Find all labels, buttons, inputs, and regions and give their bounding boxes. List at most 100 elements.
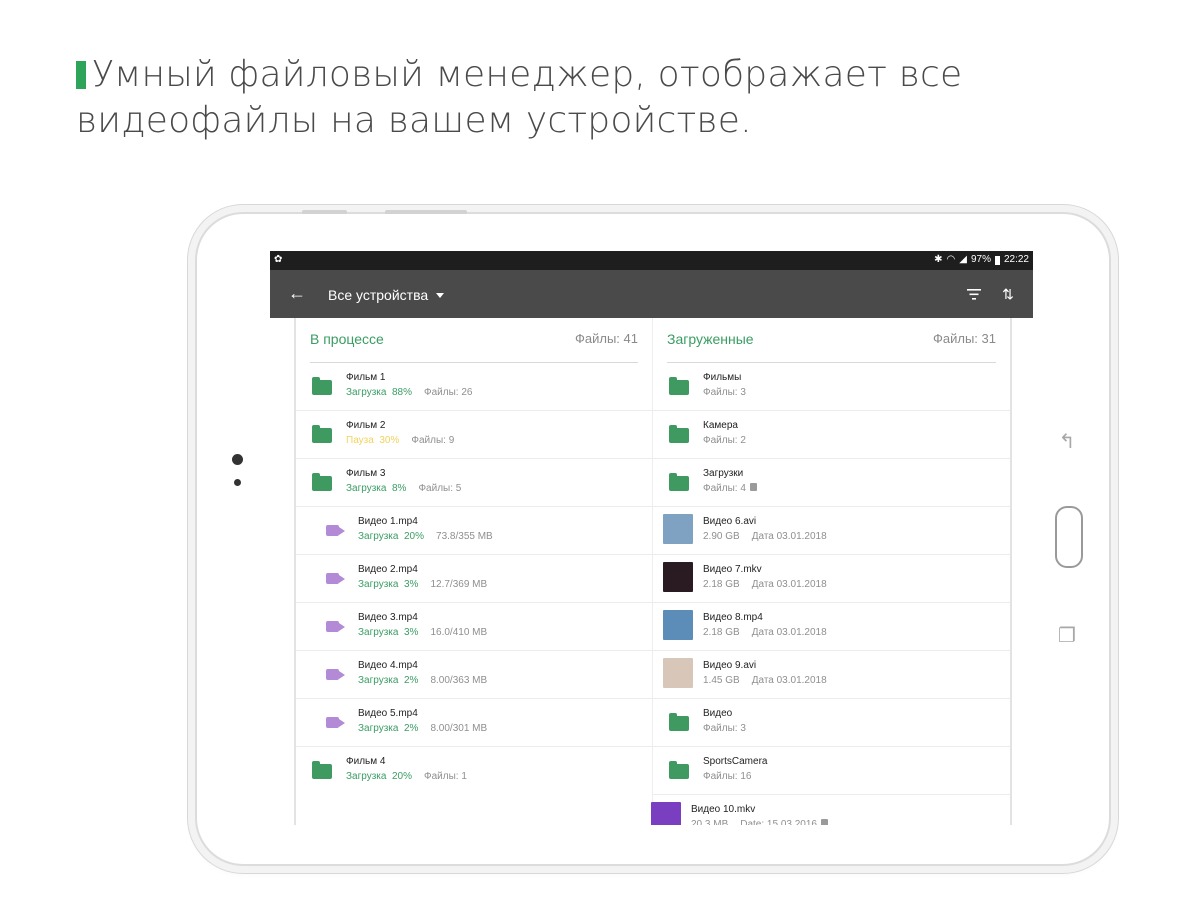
item-meta: 8.00/301 MB bbox=[430, 723, 488, 734]
item-name: Видео 4.mp4 bbox=[358, 660, 418, 671]
item-name: Видео 8.mp4 bbox=[703, 612, 763, 623]
item-name: Видео 6.avi bbox=[703, 516, 757, 527]
volume-button bbox=[302, 210, 347, 214]
headline-marker bbox=[76, 61, 86, 89]
item-status-line: Загрузка 3% 16.0/410 MB bbox=[358, 627, 487, 638]
item-meta-line: 20.3 MB Date: 15.03.2016 bbox=[691, 819, 828, 825]
in-progress-header: В процессе Файлы: 41 bbox=[296, 318, 652, 363]
item-meta-line: Файлы: 3 bbox=[703, 723, 746, 734]
list-item[interactable]: Камера Файлы: 2 bbox=[653, 411, 1010, 459]
downloaded-title: Загруженные bbox=[667, 331, 754, 347]
list-item[interactable]: Видео Файлы: 3 bbox=[653, 699, 1010, 747]
home-button[interactable] bbox=[1055, 506, 1083, 568]
list-item[interactable]: Видео 4.mp4 Загрузка 2% 8.00/363 MB bbox=[296, 651, 652, 699]
folder-icon bbox=[312, 761, 332, 779]
device-screen: ✿ ✱ ◠ ◢ 97% 22:22 ← Все устройства ⇅ В п… bbox=[270, 251, 1033, 825]
item-name: Видео bbox=[703, 708, 733, 719]
item-meta-line: 1.45 GB Дата 03.01.2018 bbox=[703, 675, 827, 686]
device-selector-label: Все устройства bbox=[328, 287, 429, 303]
item-name: Видео 2.mp4 bbox=[358, 564, 418, 575]
video-thumbnail-icon bbox=[663, 658, 693, 688]
item-sub: Файлы: 3 bbox=[703, 723, 746, 734]
sensor bbox=[234, 479, 241, 486]
list-item[interactable]: Видео 6.avi 2.90 GB Дата 03.01.2018 bbox=[653, 507, 1010, 555]
signal-icon: ◢ bbox=[959, 254, 967, 265]
list-item[interactable]: Фильм 4 Загрузка 20% Файлы: 1 bbox=[296, 747, 652, 794]
item-sub: 2.18 GB bbox=[703, 579, 740, 590]
download-status: Загрузка 8% bbox=[346, 483, 407, 494]
sd-card-icon bbox=[820, 819, 828, 825]
video-thumbnail-icon bbox=[663, 610, 693, 640]
item-name: Фильм 4 bbox=[346, 756, 386, 767]
item-meta: 8.00/363 MB bbox=[430, 675, 488, 686]
item-sub: Файлы: 3 bbox=[703, 387, 746, 398]
item-name: Видео 5.mp4 bbox=[358, 708, 418, 719]
content-panel: В процессе Файлы: 41 Фильм 1 Загрузка 88%… bbox=[294, 318, 1012, 825]
list-item[interactable]: Загрузки Файлы: 4 bbox=[653, 459, 1010, 507]
list-item[interactable]: SportsCamera Файлы: 16 bbox=[653, 747, 1010, 795]
item-sub: Файлы: 4 bbox=[703, 483, 746, 494]
downloaded-column: Загруженные Файлы: 31 Фильмы Файлы: 3 Каме… bbox=[651, 318, 1010, 825]
item-date: Дата 03.01.2018 bbox=[751, 675, 827, 686]
list-item[interactable]: Фильмы Файлы: 3 bbox=[653, 363, 1010, 411]
list-item[interactable]: Видео 7.mkv 2.18 GB Дата 03.01.2018 bbox=[653, 555, 1010, 603]
device-selector[interactable]: Все устройства bbox=[328, 286, 445, 304]
item-date: Дата 03.01.2018 bbox=[751, 531, 827, 542]
item-status-line: Загрузка 20% 73.8/355 MB bbox=[358, 531, 493, 542]
in-progress-column: В процессе Файлы: 41 Фильм 1 Загрузка 88%… bbox=[296, 318, 653, 825]
list-item[interactable]: Видео 9.avi 1.45 GB Дата 03.01.2018 bbox=[653, 651, 1010, 699]
headline: Умный файловый менеджер, отображает все … bbox=[76, 52, 1176, 144]
item-status-line: Загрузка 2% 8.00/363 MB bbox=[358, 675, 487, 686]
download-status: Загрузка 20% bbox=[346, 771, 413, 782]
item-meta-line: Файлы: 3 bbox=[703, 387, 746, 398]
item-name: Фильм 3 bbox=[346, 468, 386, 479]
list-item[interactable]: Видео 8.mp4 2.18 GB Дата 03.01.2018 bbox=[653, 603, 1010, 651]
item-status-line: Пауза 30% Файлы: 9 bbox=[346, 435, 454, 446]
folder-icon bbox=[312, 425, 332, 443]
item-meta: Файлы: 26 bbox=[424, 387, 473, 398]
download-status: Загрузка 3% bbox=[358, 627, 419, 638]
folder-icon bbox=[312, 473, 332, 491]
item-meta-line: Файлы: 16 bbox=[703, 771, 751, 782]
app-icon: ✿ bbox=[274, 254, 283, 265]
list-item[interactable]: Видео 3.mp4 Загрузка 3% 16.0/410 MB bbox=[296, 603, 652, 651]
video-camera-icon bbox=[326, 573, 339, 584]
wifi-icon: ◠ bbox=[946, 254, 956, 265]
in-progress-title: В процессе bbox=[310, 331, 384, 347]
item-name: Видео 3.mp4 bbox=[358, 612, 418, 623]
item-name: Фильм 2 bbox=[346, 420, 386, 431]
item-meta: Файлы: 5 bbox=[418, 483, 462, 494]
list-item[interactable]: Видео 1.mp4 Загрузка 20% 73.8/355 MB bbox=[296, 507, 652, 555]
folder-icon bbox=[669, 761, 689, 779]
item-date: Дата 03.01.2018 bbox=[751, 579, 827, 590]
item-sub: Файлы: 16 bbox=[703, 771, 752, 782]
item-sub: 1.45 GB bbox=[703, 675, 740, 686]
downloaded-header: Загруженные Файлы: 31 bbox=[653, 318, 1010, 363]
back-arrow-icon[interactable]: ← bbox=[286, 282, 308, 304]
item-date: Date: 15.03.2016 bbox=[740, 819, 817, 825]
list-item[interactable]: Фильм 1 Загрузка 88% Файлы: 26 bbox=[296, 363, 652, 411]
sort-icon[interactable]: ⇅ bbox=[999, 284, 1017, 304]
list-item[interactable]: Видео 5.mp4 Загрузка 2% 8.00/301 MB bbox=[296, 699, 652, 747]
video-thumbnail-icon bbox=[663, 514, 693, 544]
bluetooth-icon: ✱ bbox=[934, 254, 943, 265]
item-meta: 73.8/355 MB bbox=[436, 531, 493, 542]
download-status: Загрузка 20% bbox=[358, 531, 425, 542]
recent-apps-icon[interactable]: ❐ bbox=[1057, 626, 1077, 646]
list-item[interactable]: Фильм 3 Загрузка 8% Файлы: 5 bbox=[296, 459, 652, 507]
item-sub: 2.90 GB bbox=[703, 531, 740, 542]
filter-icon[interactable] bbox=[965, 284, 983, 304]
list-item[interactable]: Видео 10.mkv 20.3 MB Date: 15.03.2016 bbox=[651, 795, 1010, 825]
list-item[interactable]: Фильм 2 Пауза 30% Файлы: 9 bbox=[296, 411, 652, 459]
item-name: Камера bbox=[703, 420, 738, 431]
item-meta: Файлы: 9 bbox=[411, 435, 455, 446]
folder-icon bbox=[669, 425, 689, 443]
item-status-line: Загрузка 8% Файлы: 5 bbox=[346, 483, 461, 494]
item-meta: 16.0/410 MB bbox=[430, 627, 488, 638]
dropdown-caret-icon bbox=[436, 292, 445, 298]
in-progress-count: Файлы: 41 bbox=[575, 331, 638, 346]
folder-icon bbox=[669, 473, 689, 491]
item-name: Видео 10.mkv bbox=[691, 804, 756, 815]
back-nav-icon[interactable]: ↰ bbox=[1057, 432, 1077, 452]
list-item[interactable]: Видео 2.mp4 Загрузка 3% 12.7/369 MB bbox=[296, 555, 652, 603]
